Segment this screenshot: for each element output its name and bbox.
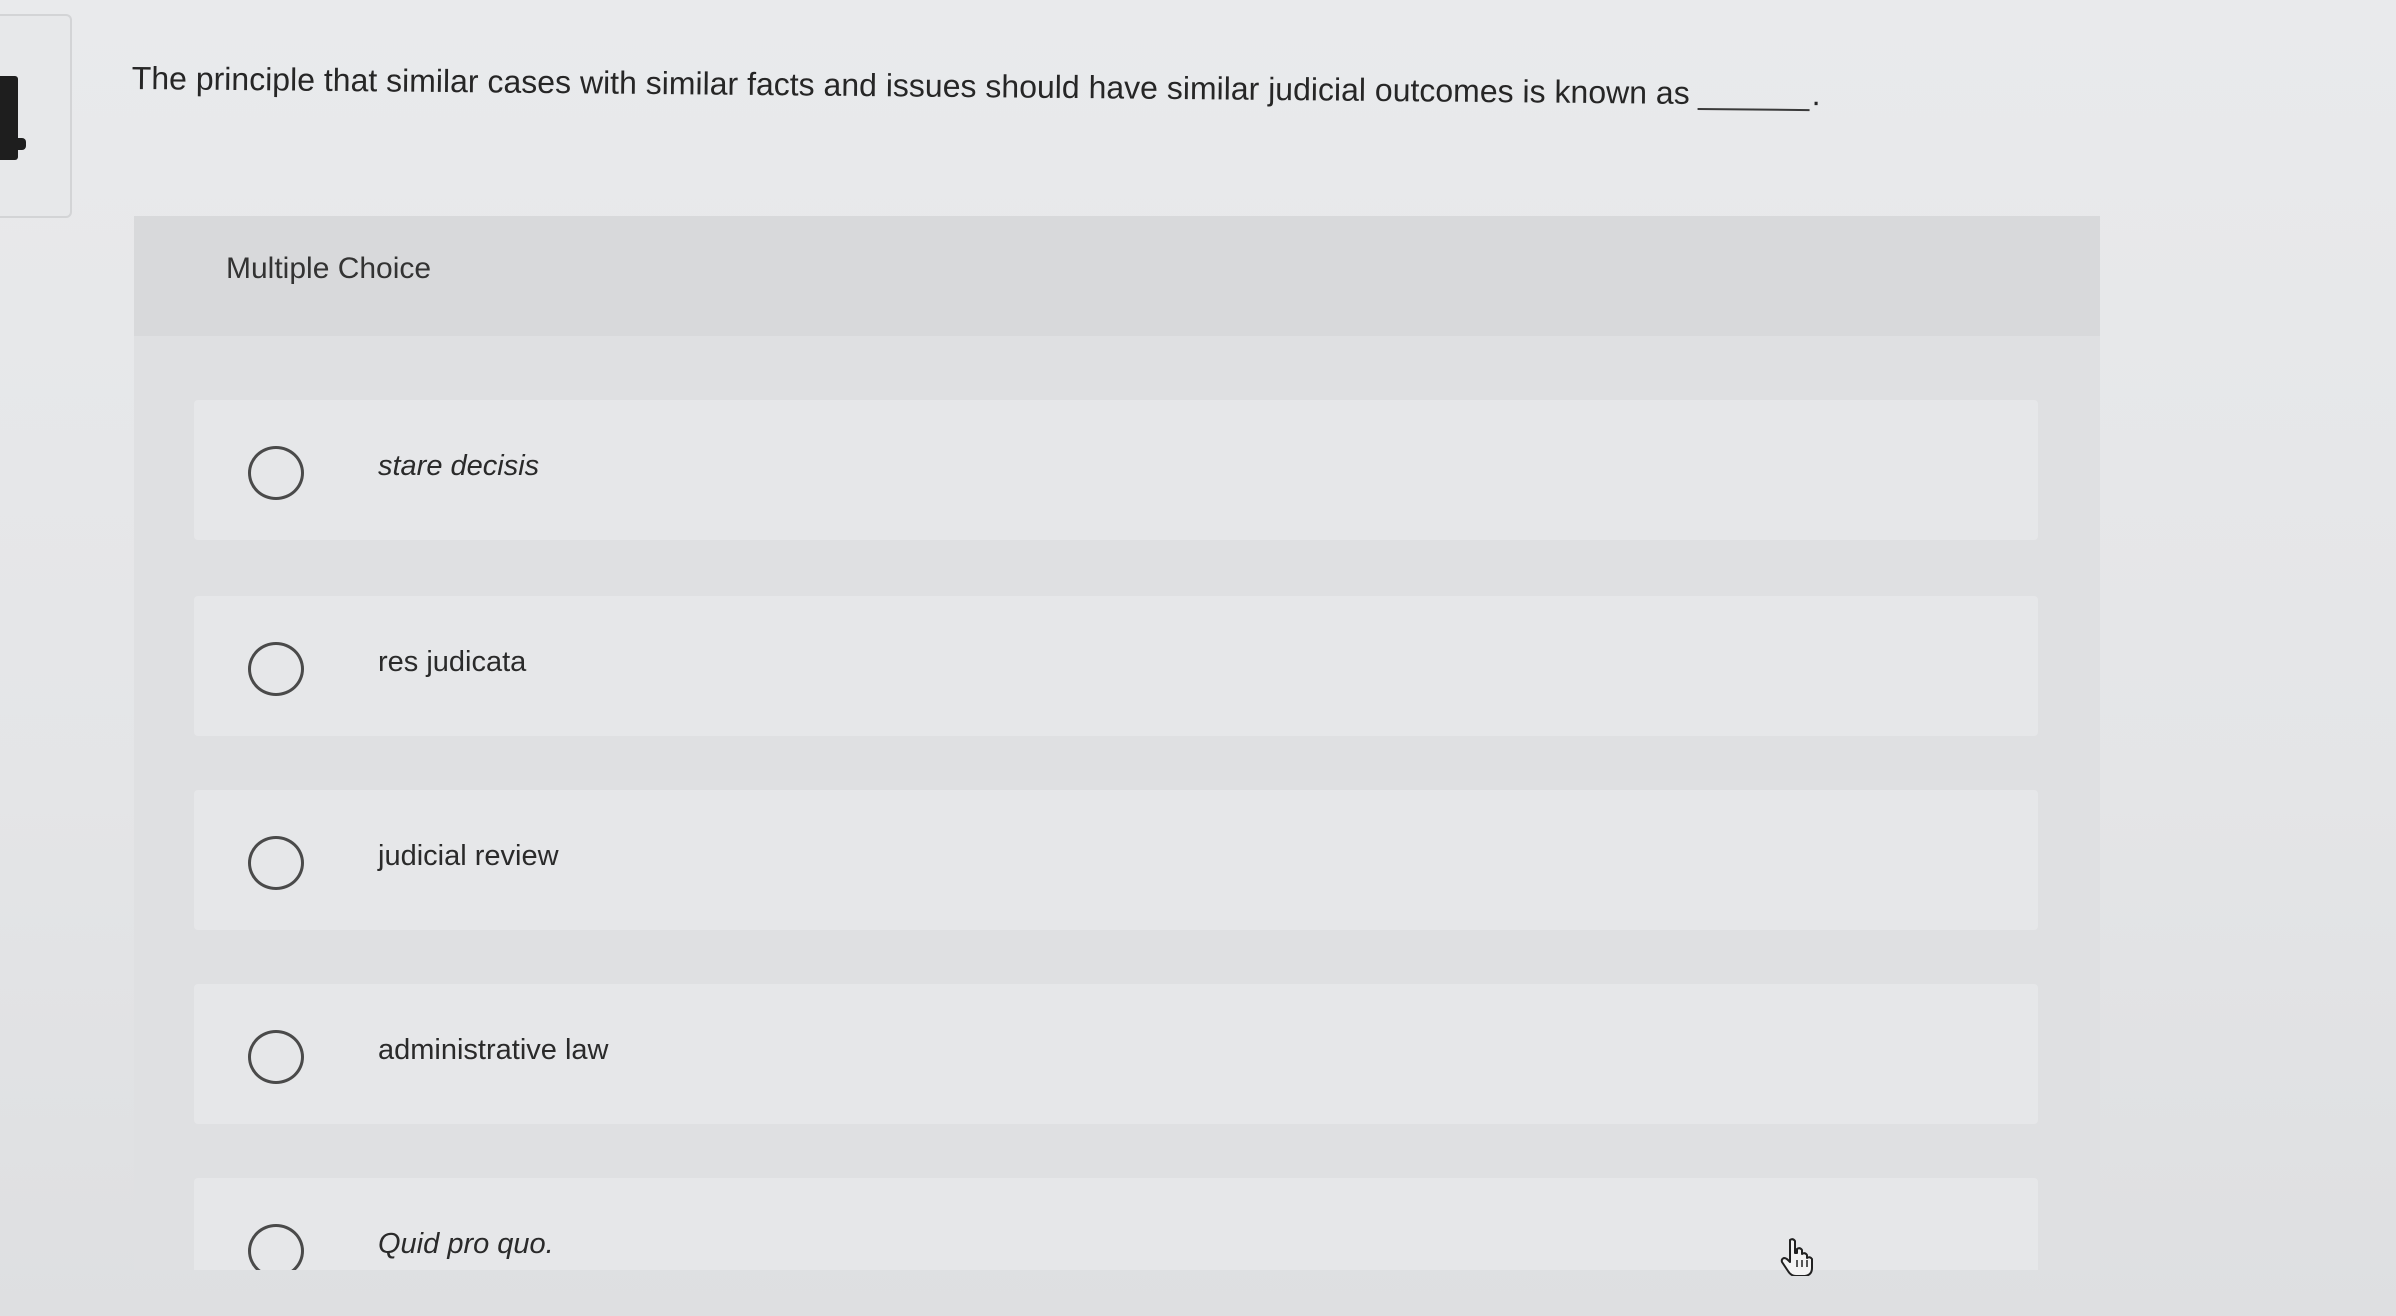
question-period: . [1811, 76, 1821, 113]
answer-blank [1697, 78, 1810, 112]
quiz-page: The principle that similar cases with si… [0, 0, 2396, 1316]
option-stare-decisis[interactable]: stare decisis [194, 400, 2038, 540]
hand-pointer-icon [1776, 1236, 1816, 1277]
option-label: Quid pro quo. [378, 1228, 554, 1260]
side-tab[interactable] [0, 14, 72, 218]
side-tab-marker-icon [0, 76, 26, 160]
radio-button-icon[interactable] [248, 642, 304, 696]
option-res-judicata[interactable]: res judicata [194, 596, 2038, 736]
option-label: stare decisis [378, 450, 540, 482]
option-judicial-review[interactable]: judicial review [194, 790, 2038, 930]
multiple-choice-header: Multiple Choice [134, 216, 2100, 336]
radio-button-icon[interactable] [248, 1224, 304, 1270]
radio-button-icon[interactable] [248, 446, 304, 500]
multiple-choice-panel: Multiple Choice stare decisis res judica… [134, 216, 2100, 1270]
multiple-choice-label: Multiple Choice [226, 252, 432, 285]
option-label: administrative law [378, 1034, 609, 1066]
option-label: judicial review [378, 840, 559, 872]
option-label: res judicata [378, 646, 527, 678]
option-quid-pro-quo[interactable]: Quid pro quo. [194, 1178, 2038, 1270]
radio-button-icon[interactable] [248, 1030, 304, 1084]
radio-button-icon[interactable] [248, 836, 304, 890]
question-text: The principle that similar cases with si… [131, 59, 1690, 111]
option-administrative-law[interactable]: administrative law [194, 984, 2038, 1124]
question-prompt: The principle that similar cases with si… [132, 56, 2332, 121]
